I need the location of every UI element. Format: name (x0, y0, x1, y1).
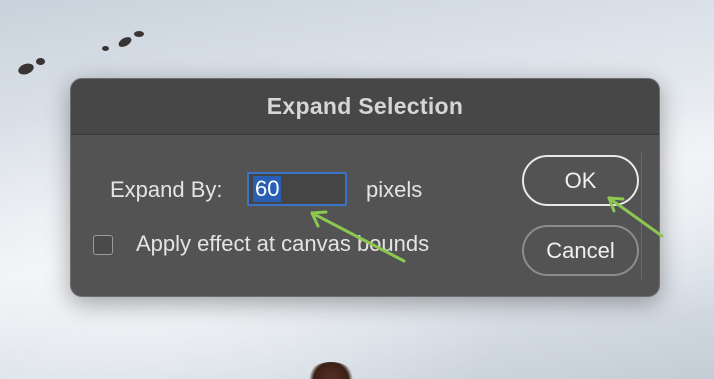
expand-by-label: Expand By: (110, 177, 223, 202)
rock (16, 61, 36, 77)
unit-label: pixels (366, 177, 423, 202)
dialog-titlebar: Expand Selection (71, 79, 659, 135)
button-divider (641, 153, 642, 279)
ok-button-label: OK (564, 167, 597, 193)
dialog-title: Expand Selection (266, 93, 464, 119)
rock (36, 58, 45, 65)
expand-by-value[interactable]: 60 (253, 176, 282, 202)
rock (134, 31, 144, 37)
cancel-button-label: Cancel (546, 237, 615, 263)
rock (102, 46, 109, 51)
expand-selection-dialog: Expand Selection Expand By: 60 pixels Ap… (70, 78, 660, 297)
ok-button[interactable]: OK (522, 155, 639, 206)
rock (116, 35, 134, 49)
apply-at-canvas-bounds-checkbox[interactable] (93, 235, 113, 255)
cancel-button[interactable]: Cancel (522, 225, 639, 276)
expand-by-input[interactable]: 60 (247, 172, 347, 206)
tree-top (308, 362, 354, 379)
checkbox-label[interactable]: Apply effect at canvas bounds (136, 231, 429, 257)
